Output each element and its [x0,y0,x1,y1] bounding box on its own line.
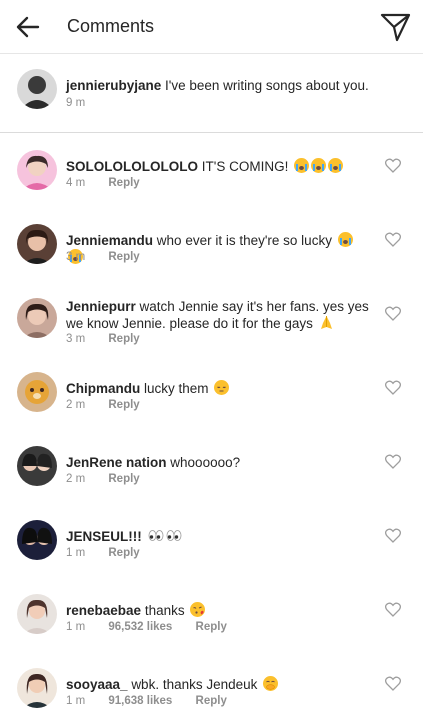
avatar[interactable] [17,594,57,634]
comment-time: 3 m [66,251,86,263]
caption-meta: 9 m [66,97,105,109]
comment-meta: 3 m Reply [66,251,160,263]
post-caption: jennierubyjane I've been writing songs a… [0,55,423,133]
page-title: Comments [67,16,155,36]
avatar[interactable] [17,446,57,486]
comment-item: renebaebae thanks 1 m 96,532 likes Reply [0,590,423,664]
comment-body: wbk. thanks Jendeuk [131,677,258,692]
avatar[interactable] [17,520,57,560]
like-count[interactable]: 96,532 likes [108,621,172,633]
avatar[interactable] [17,150,57,190]
comment-item: Chipmandu lucky them 2 m Reply [0,368,423,442]
heart-icon[interactable] [385,454,401,469]
comment-meta: 1 m 91,638 likes Reply [66,695,247,707]
heart-icon[interactable] [385,528,401,543]
comment-item: JENSEUL!!! 1 m Reply [0,516,423,590]
comment-item: Jenniemandu who ever it is they're so lu… [0,220,423,294]
comment-text: sooyaaa_ wbk. thanks Jendeuk [66,676,366,693]
loudly-crying-face-icon [328,158,344,173]
comment-username[interactable]: Chipmandu [66,381,140,396]
comment-time: 2 m [66,473,86,485]
comment-body: whoooooo? [170,455,241,470]
comment-username[interactable]: renebaebae [66,603,141,618]
comment-body: IT'S COMING! [201,159,289,174]
heart-icon[interactable] [385,158,401,173]
reply-button[interactable]: Reply [108,177,139,189]
reply-button[interactable]: Reply [108,473,139,485]
caption-username[interactable]: jennierubyjane [66,78,161,93]
heart-icon[interactable] [385,676,401,691]
comment-time: 3 m [66,333,86,345]
reply-button[interactable]: Reply [108,333,139,345]
reply-button[interactable]: Reply [196,695,227,707]
reply-button[interactable]: Reply [108,251,139,263]
heart-icon[interactable] [385,602,401,617]
pensive-face-icon [214,380,230,395]
avatar[interactable] [17,668,57,708]
comment-time: 4 m [66,177,86,189]
comment-time: 2 m [66,399,86,411]
avatar[interactable] [17,69,57,109]
comment-text: JenRene nation whoooooo? [66,454,366,471]
comment-time: 1 m [66,695,86,707]
comment-body: who ever it is they're so lucky [156,233,332,248]
comment-username[interactable]: JenRene nation [66,455,167,470]
comment-username[interactable]: SOLOLOLOLOLOLO [66,159,198,174]
comment-body: lucky them [144,381,209,396]
loudly-crying-face-icon [337,232,353,247]
reply-button[interactable]: Reply [108,399,139,411]
comment-item: SOLOLOLOLOLOLO IT'S COMING! 4 m Reply [0,146,423,220]
eyes-icon [148,528,164,543]
caption-time: 9 m [66,97,86,109]
comment-meta: 2 m Reply [66,473,160,485]
comment-username[interactable]: Jenniepurr [66,299,136,314]
comment-text: renebaebae thanks [66,602,366,619]
comment-meta: 4 m Reply [66,177,160,189]
heart-icon[interactable] [385,306,401,321]
avatar[interactable] [17,372,57,412]
comment-meta: 3 m Reply [66,333,160,345]
caption-body: I've been writing songs about you. [165,78,369,93]
avatar[interactable] [17,298,57,338]
comment-time: 1 m [66,621,86,633]
heart-icon[interactable] [385,232,401,247]
loudly-crying-face-icon [294,158,310,173]
paper-plane-icon[interactable] [380,12,411,43]
comment-meta: 1 m 96,532 likes Reply [66,621,247,633]
comment-meta: 1 m Reply [66,547,160,559]
folded-hands-icon [319,315,334,330]
loudly-crying-face-icon [311,158,327,173]
avatar[interactable] [17,224,57,264]
comment-item: sooyaaa_ wbk. thanks Jendeuk 1 m 91,638 … [0,664,423,720]
eyes-icon [166,528,182,543]
arrow-left-icon[interactable] [14,13,42,41]
face-blowing-kiss-icon [190,602,206,617]
comment-text: JENSEUL!!! [66,528,366,545]
comment-username[interactable]: Jenniemandu [66,233,153,248]
comment-username[interactable]: sooyaaa_ [66,677,128,692]
comment-body: thanks [144,603,185,618]
comment-text: SOLOLOLOLOLOLO IT'S COMING! [66,158,366,175]
comment-time: 1 m [66,547,86,559]
heart-icon[interactable] [385,380,401,395]
reply-button[interactable]: Reply [108,547,139,559]
reply-button[interactable]: Reply [196,621,227,633]
comment-meta: 2 m Reply [66,399,160,411]
comment-username[interactable]: JENSEUL!!! [66,529,142,544]
face-with-hand-over-mouth-icon [263,676,279,691]
comment-item: JenRene nation whoooooo? 2 m Reply [0,442,423,516]
caption-text: jennierubyjane I've been writing songs a… [66,77,386,94]
comment-text: Chipmandu lucky them [66,380,366,397]
header-bar: Comments [0,0,423,54]
like-count[interactable]: 91,638 likes [108,695,172,707]
comment-text: Jenniepurr watch Jennie say it's her fan… [66,298,371,332]
